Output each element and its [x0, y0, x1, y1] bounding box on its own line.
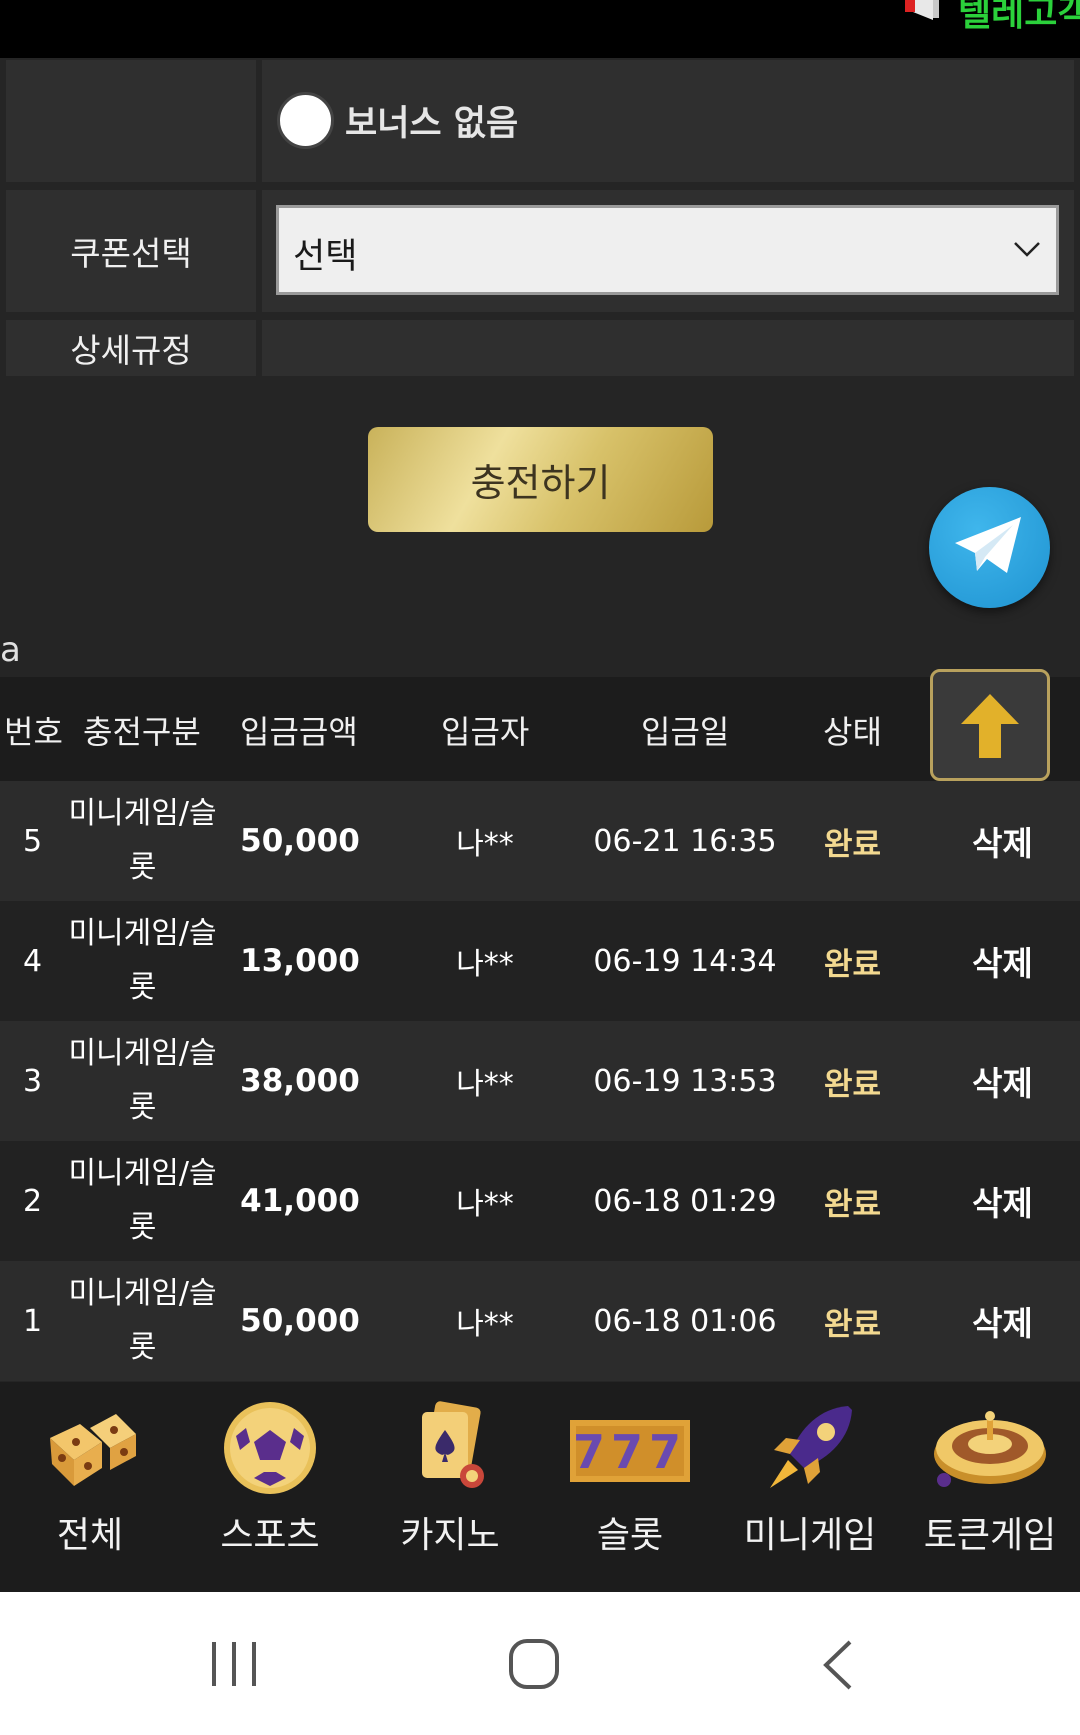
row-date: 06-18 01:29: [593, 1183, 777, 1219]
arrow-up-icon: [961, 694, 1019, 758]
nav-item-all[interactable]: 전체: [0, 1382, 180, 1592]
row-amount: 13,000: [240, 943, 360, 979]
row-amount: 38,000: [240, 1063, 360, 1099]
charge-button[interactable]: 충전하기: [368, 427, 713, 532]
row-date: 06-18 01:06: [593, 1303, 777, 1339]
nav-item-casino[interactable]: 카지노: [360, 1382, 540, 1592]
header-depositor: 입금자: [441, 713, 530, 751]
header-deposit-amount: 입금금액: [240, 713, 358, 751]
recent-apps-icon[interactable]: [206, 1640, 262, 1688]
no-bonus-label: 보너스 없음: [345, 104, 519, 144]
telegram-icon: [955, 517, 1021, 573]
row-amount: 41,000: [240, 1183, 360, 1219]
roulette-icon: [934, 1411, 1046, 1487]
header-status: 상태: [823, 713, 882, 751]
nav-item-slot[interactable]: 777 슬롯: [540, 1382, 720, 1592]
delete-button[interactable]: 삭제: [925, 1261, 1080, 1381]
nav-label: 슬롯: [596, 1515, 664, 1556]
rules-value-cell: [262, 320, 1074, 376]
delete-button[interactable]: 삭제: [925, 901, 1080, 1021]
back-icon[interactable]: [818, 1638, 858, 1692]
coupon-select[interactable]: 선택: [276, 205, 1059, 295]
row-number: 3: [22, 1063, 43, 1099]
row-depositor: 나**: [456, 1067, 514, 1102]
header-charge-type: 충전구분: [83, 713, 201, 751]
svg-text:777: 777: [573, 1425, 687, 1479]
home-icon[interactable]: [508, 1638, 560, 1690]
nav-item-minigame[interactable]: 미니게임: [720, 1382, 900, 1592]
table-row: 3 미니게임/슬 롯 38,000 나** 06-19 13:53 완료 삭제: [0, 1021, 1080, 1141]
nav-label: 스포츠: [220, 1515, 320, 1556]
dice-icon: [50, 1414, 136, 1486]
row-date: 06-19 14:34: [593, 943, 777, 979]
row-depositor: 나**: [456, 1307, 514, 1342]
row-charge-type: 미니게임/슬 롯: [68, 1036, 217, 1125]
row-depositor: 나**: [456, 827, 514, 862]
coupon-select-value: 선택: [293, 237, 358, 277]
soccer-ball-icon: [224, 1402, 316, 1494]
row-date: 06-19 13:53: [593, 1063, 777, 1099]
rules-label: 상세규정: [6, 320, 256, 376]
row-amount: 50,000: [240, 1303, 360, 1339]
delete-button[interactable]: 삭제: [925, 781, 1080, 901]
nav-item-token-game[interactable]: 토큰게임: [900, 1382, 1080, 1592]
header-deposit-date: 입금일: [641, 713, 730, 751]
row-charge-type: 미니게임/슬 롯: [68, 796, 217, 885]
row-charge-type: 미니게임/슬 롯: [68, 916, 217, 1005]
nav-item-sports[interactable]: 스포츠: [180, 1382, 360, 1592]
row-status: 완료: [823, 1186, 882, 1223]
row-amount: 50,000: [240, 823, 360, 859]
table-row: 4 미니게임/슬 롯 13,000 나** 06-19 14:34 완료 삭제: [0, 901, 1080, 1021]
delete-button[interactable]: 삭제: [925, 1141, 1080, 1261]
row-status: 완료: [823, 946, 882, 983]
table-header: 번호 충전구분 입금금액 입금자 입금일 상태: [0, 677, 1080, 781]
rocket-icon: [770, 1406, 852, 1488]
bottom-nav: 전체 스포츠 카지노 777 슬롯 미니게임 토큰게임: [0, 1382, 1080, 1592]
row-charge-type: 미니게임/슬 롯: [68, 1156, 217, 1245]
stray-text: a: [0, 630, 21, 670]
table-row: 5 미니게임/슬 롯 50,000 나** 06-21 16:35 완료 삭제: [0, 781, 1080, 901]
row-date: 06-21 16:35: [593, 823, 777, 859]
coupon-label: 쿠폰선택: [6, 190, 256, 312]
playing-cards-icon: [422, 1401, 484, 1488]
megaphone-icon: [905, 0, 939, 20]
row-number: 2: [22, 1183, 43, 1219]
table-row: 1 미니게임/슬 롯 50,000 나** 06-18 01:06 완료 삭제: [0, 1261, 1080, 1381]
row-charge-type: 미니게임/슬 롯: [68, 1276, 217, 1365]
bonus-label-cell: [6, 60, 256, 182]
nav-label: 미니게임: [743, 1515, 877, 1556]
telegram-button[interactable]: [929, 487, 1050, 608]
scroll-top-button[interactable]: [930, 669, 1050, 781]
nav-label: 토큰게임: [923, 1515, 1057, 1556]
row-status: 완료: [823, 1066, 882, 1103]
row-depositor: 나**: [456, 947, 514, 982]
table-row: 2 미니게임/슬 롯 41,000 나** 06-18 01:29 완료 삭제: [0, 1141, 1080, 1261]
header-number: 번호: [4, 713, 63, 751]
top-bar: 텔레고객: [0, 0, 1080, 58]
row-number: 1: [22, 1303, 43, 1339]
row-status: 완료: [823, 826, 882, 863]
slot-777-icon: 777: [570, 1420, 690, 1482]
nav-label: 카지노: [400, 1515, 500, 1556]
marquee-text: 텔레고객: [958, 0, 1080, 34]
no-bonus-radio[interactable]: [277, 92, 334, 149]
delete-button[interactable]: 삭제: [925, 1021, 1080, 1141]
nav-label: 전체: [56, 1515, 124, 1556]
row-status: 완료: [823, 1306, 882, 1343]
row-depositor: 나**: [456, 1187, 514, 1222]
android-navigation-bar: [0, 1592, 1080, 1735]
row-number: 4: [22, 943, 43, 979]
chevron-down-icon: [1014, 242, 1040, 257]
row-number: 5: [22, 823, 43, 859]
